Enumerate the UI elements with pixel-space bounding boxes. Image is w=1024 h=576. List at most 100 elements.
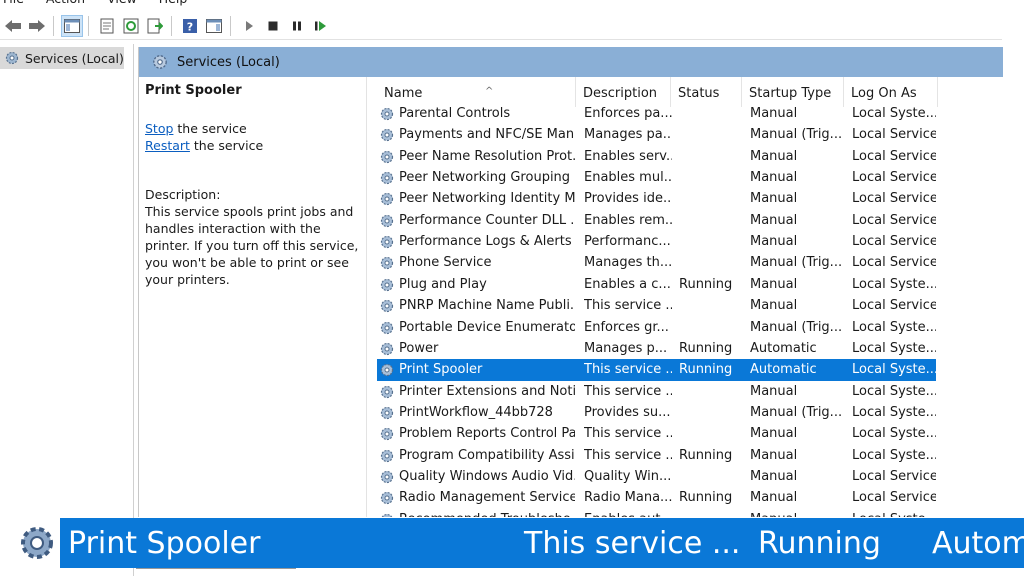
cell-log-on-as: Local Syste... bbox=[852, 340, 936, 356]
cell-description: Enables serv... bbox=[584, 148, 672, 164]
table-row[interactable]: Peer Networking Grouping Enables mul... Ma… bbox=[377, 167, 936, 188]
console-tree-button[interactable] bbox=[61, 14, 83, 37]
cell-log-on-as: Local Syste... bbox=[852, 276, 936, 292]
cell-startup-type: Manual bbox=[750, 191, 798, 207]
back-button[interactable] bbox=[2, 15, 24, 37]
pause-service-button[interactable] bbox=[286, 15, 308, 37]
table-row[interactable]: Radio Management Service Radio Mana... Run… bbox=[377, 487, 936, 508]
table-row[interactable]: Plug and Play Enables a c... Running Manual… bbox=[377, 274, 936, 295]
cell-startup-type: Manual bbox=[750, 148, 798, 164]
toolbar: ? bbox=[0, 12, 1002, 40]
refresh-button[interactable] bbox=[120, 15, 142, 37]
service-gear-icon bbox=[380, 342, 394, 355]
restart-service-button[interactable] bbox=[310, 15, 332, 37]
service-gear-icon bbox=[380, 364, 394, 377]
cell-status bbox=[679, 210, 743, 231]
services-gear-icon bbox=[5, 51, 19, 65]
help-icon: ? bbox=[183, 18, 197, 33]
table-row[interactable]: PNRP Machine Name Publi... This service .… bbox=[377, 295, 936, 316]
service-gear-icon bbox=[380, 129, 394, 142]
cell-name: PrintWorkflow_44bb728 bbox=[399, 404, 553, 420]
zoomed-selected-row: Print Spooler This service ... Running A… bbox=[60, 518, 1024, 568]
restart-service-link[interactable]: Restart bbox=[145, 138, 190, 153]
cell-status bbox=[679, 381, 743, 402]
cell-status: Running bbox=[679, 276, 733, 292]
start-service-button[interactable] bbox=[238, 15, 260, 37]
cell-name: Performance Counter DLL ... bbox=[399, 212, 575, 228]
cell-description: This service ... bbox=[584, 383, 672, 399]
cell-startup-type: Manual bbox=[750, 468, 798, 484]
cell-startup-type: Automatic bbox=[750, 362, 817, 378]
cell-description: Performanc... bbox=[584, 234, 671, 250]
stop-service-button[interactable] bbox=[262, 15, 284, 37]
table-row[interactable]: Parental Controls Enforces pa... Manual Loc… bbox=[377, 103, 936, 124]
services-gear-icon bbox=[153, 55, 167, 69]
table-row[interactable]: Performance Counter DLL ... Enables rem..… bbox=[377, 210, 936, 231]
cell-log-on-as: Local Service bbox=[852, 490, 936, 506]
table-row[interactable]: Peer Networking Identity M... Provides id… bbox=[377, 188, 936, 209]
cell-status bbox=[679, 124, 743, 145]
export-list-button[interactable] bbox=[144, 15, 166, 37]
description-text: This service spools print jobs and handl… bbox=[145, 204, 359, 287]
cell-description: Enforces pa... bbox=[584, 106, 672, 121]
cell-description: Enables rem... bbox=[584, 212, 672, 228]
cell-name: Parental Controls bbox=[399, 106, 511, 121]
cell-description: Enables a c... bbox=[584, 276, 671, 292]
table-row[interactable]: PrintWorkflow_44bb728 Provides su... Manua… bbox=[377, 402, 936, 423]
table-row[interactable]: Phone Service Manages th... Manual (Trig..… bbox=[377, 252, 936, 273]
cell-description: Manages p... bbox=[584, 340, 668, 356]
cell-log-on-as: Local Syste... bbox=[852, 106, 936, 121]
cell-startup-type: Manual bbox=[750, 106, 798, 121]
menu-file[interactable]: File bbox=[3, 0, 24, 8]
cell-description: This service ... bbox=[584, 362, 672, 378]
table-row[interactable]: Printer Extensions and Notif... This serv… bbox=[377, 381, 936, 402]
table-row[interactable]: Program Compatibility Assi... This servic… bbox=[377, 445, 936, 466]
menu-help[interactable]: Help bbox=[159, 0, 188, 8]
table-row[interactable]: Payments and NFC/SE Man... Manages pa... M… bbox=[377, 124, 936, 145]
cell-name: Performance Logs & Alerts bbox=[399, 234, 572, 250]
zoomed-startup-type: Autom bbox=[932, 526, 1024, 561]
properties-icon bbox=[100, 18, 114, 33]
help-button[interactable]: ? bbox=[179, 15, 201, 37]
toolbar-separator bbox=[88, 15, 89, 36]
table-row[interactable]: Recommended Troublesho... Enables aut... M… bbox=[377, 509, 936, 517]
table-row[interactable]: Portable Device Enumerator... Enforces gr… bbox=[377, 317, 936, 338]
menu-action[interactable]: Action bbox=[46, 0, 85, 8]
cell-name: Peer Networking Grouping bbox=[399, 170, 571, 186]
service-gear-icon bbox=[381, 513, 393, 517]
cell-log-on-as: Local Service bbox=[852, 127, 936, 143]
service-gear-icon bbox=[380, 214, 394, 227]
service-gear-icon bbox=[380, 235, 394, 249]
cell-description: This service ... bbox=[584, 426, 672, 442]
table-row[interactable]: Performance Logs & Alerts Performanc... Ma… bbox=[377, 231, 936, 252]
console-tree-icon bbox=[64, 18, 80, 33]
table-row[interactable]: Quality Windows Audio Vid... Quality Win.… bbox=[377, 466, 936, 487]
table-row[interactable]: Print Spooler This service ... Running Auto… bbox=[377, 359, 936, 381]
forward-button[interactable] bbox=[26, 15, 48, 37]
cell-log-on-as: Local Service bbox=[852, 148, 936, 164]
stop-service-link[interactable]: Stop bbox=[145, 121, 173, 136]
cell-startup-type: Manual bbox=[750, 234, 798, 250]
cell-startup-type: Manual bbox=[750, 212, 798, 228]
action-pane-button[interactable] bbox=[203, 15, 225, 37]
tree-item-services-local[interactable]: Services (Local) bbox=[0, 47, 124, 69]
pause-service-icon bbox=[293, 21, 301, 30]
properties-button[interactable] bbox=[96, 15, 118, 37]
service-gear-icon bbox=[380, 171, 394, 185]
cell-log-on-as: Local Service bbox=[852, 468, 936, 484]
cell-startup-type: Manual (Trig... bbox=[750, 319, 842, 335]
table-row[interactable]: Problem Reports Control Pa... This servic… bbox=[377, 423, 936, 444]
cell-startup-type: Manual bbox=[750, 490, 798, 506]
cell-status: Running bbox=[679, 490, 733, 506]
table-row[interactable]: Power Manages p... Running Automatic Local S… bbox=[377, 338, 936, 359]
cell-startup-type: Manual bbox=[750, 170, 798, 186]
cell-log-on-as: Local Syste... bbox=[852, 447, 936, 463]
cell-description: Provides ide... bbox=[584, 191, 672, 207]
zoomed-gear-icon bbox=[21, 527, 53, 559]
restart-suffix: the service bbox=[189, 138, 264, 153]
table-row[interactable]: Peer Name Resolution Prot... Enables serv… bbox=[377, 146, 936, 167]
menu-view[interactable]: View bbox=[107, 0, 137, 8]
service-gear-icon bbox=[380, 150, 394, 163]
cell-startup-type: Manual bbox=[750, 276, 798, 292]
cell-description: Manages pa... bbox=[584, 127, 672, 143]
